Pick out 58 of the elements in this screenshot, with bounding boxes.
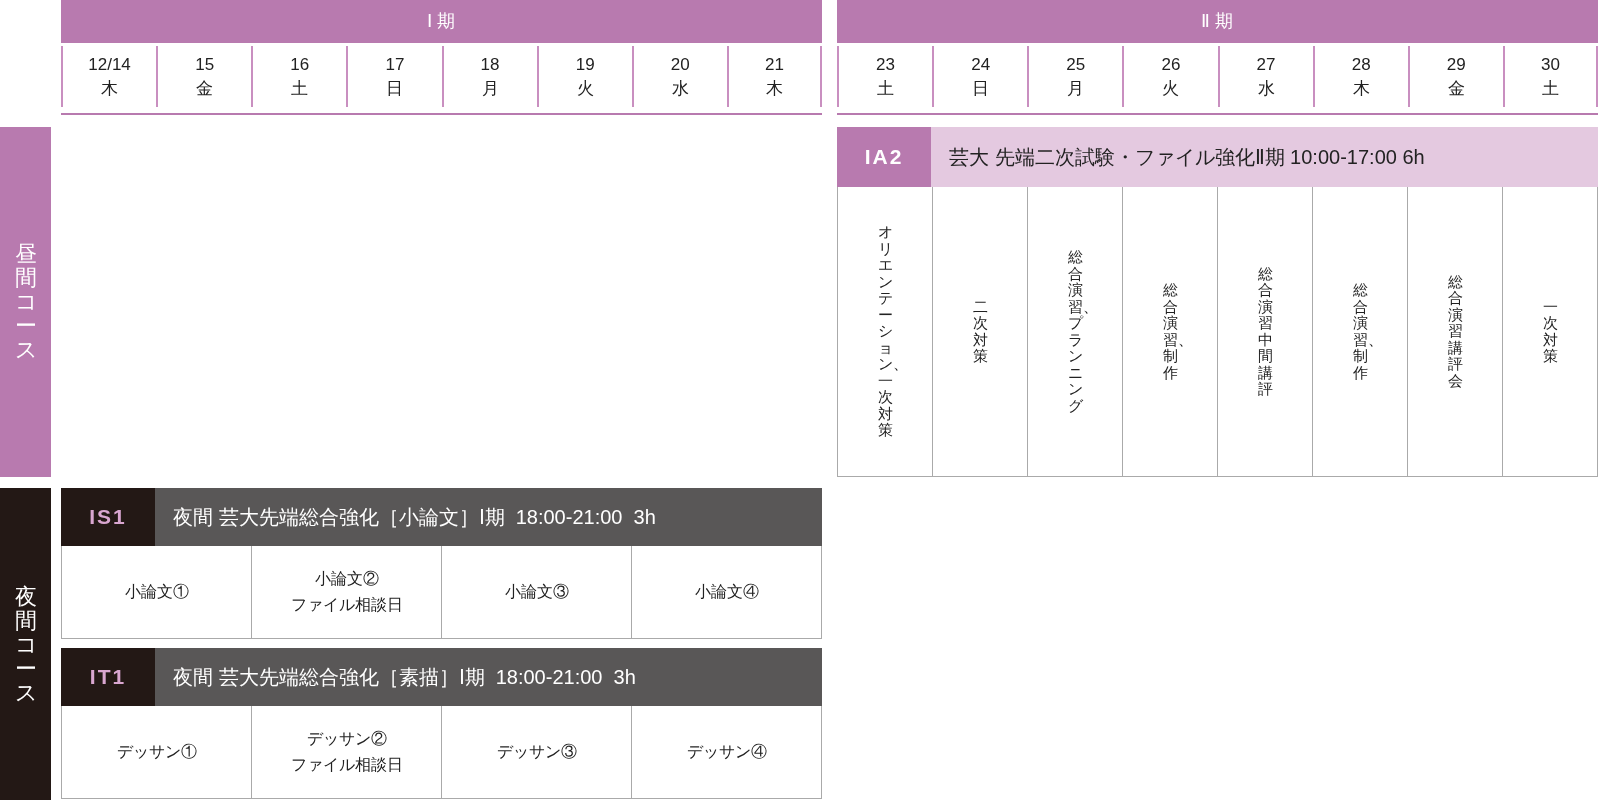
session-cell: 小論文④	[632, 546, 822, 638]
date-label: 18	[480, 53, 500, 76]
weekday-label: 日	[386, 77, 404, 100]
section-label-text: 昼間コース	[14, 241, 37, 363]
weekday-label: 土	[291, 77, 309, 100]
session-cell: デッサン①	[62, 706, 252, 798]
weekday-label: 木	[765, 77, 783, 100]
session-cell: 総合演習講評会	[1408, 187, 1503, 476]
weekday-label: 土	[1541, 77, 1559, 100]
date-label: 21	[764, 53, 784, 76]
weekday-label: 火	[1162, 77, 1180, 100]
date-label: 26	[1161, 53, 1181, 76]
session-cell: オリエンテーション、一次対策	[838, 187, 933, 476]
weekday-label: 金	[1447, 77, 1465, 100]
weekday-label: 月	[1067, 77, 1085, 100]
course-code: IT1	[61, 648, 155, 706]
period-header: Ⅰ 期	[61, 0, 822, 43]
date-label: 16	[290, 53, 310, 76]
weekday-label: 日	[972, 77, 990, 100]
date-label: 24	[971, 53, 991, 76]
date-label: 30	[1540, 53, 1560, 76]
session-cell: デッサン② ファイル相談日	[252, 706, 442, 798]
weekday-label: 月	[481, 77, 499, 100]
section-label-text: 夜間コース	[14, 584, 37, 706]
course-title: 夜間 芸大先端総合強化［素描］Ⅰ期 18:00-21:00 3h	[155, 648, 822, 706]
session-cell: 二次対策	[933, 187, 1028, 476]
period-header: Ⅱ 期	[837, 0, 1598, 43]
weekday-label: 金	[196, 77, 214, 100]
date-label: 25	[1066, 53, 1086, 76]
date-label: 23	[876, 53, 895, 76]
date-label: 12/14	[88, 53, 131, 76]
session-cell: デッサン③	[442, 706, 632, 798]
date-label: 27	[1256, 53, 1276, 76]
session-cell: 小論文③	[442, 546, 632, 638]
session-cell: デッサン④	[632, 706, 822, 798]
date-label: 29	[1446, 53, 1466, 76]
weekday-label: 土	[877, 77, 895, 100]
weekday-label: 水	[1257, 77, 1275, 100]
session-cell: 総合演習、制作	[1123, 187, 1218, 476]
session-cell: 一次対策	[1503, 187, 1598, 476]
session-cell: 小論文② ファイル相談日	[252, 546, 442, 638]
session-cell: 小論文①	[62, 546, 252, 638]
weekday-label: 木	[101, 77, 119, 100]
weekday-label: 火	[576, 77, 594, 100]
course-code: IS1	[61, 488, 155, 546]
weekday-label: 水	[671, 77, 689, 100]
session-cell: 総合演習中間講評	[1218, 187, 1313, 476]
course-code: IA2	[837, 127, 931, 187]
date-label: 20	[670, 53, 690, 76]
weekday-label: 木	[1352, 77, 1370, 100]
date-label: 19	[575, 53, 595, 76]
date-label: 17	[385, 53, 405, 76]
session-cell: 総合演習、制作	[1313, 187, 1408, 476]
course-title: 芸大 先端二次試験・ファイル強化Ⅱ期 10:00-17:00 6h	[931, 127, 1598, 187]
date-label: 28	[1351, 53, 1371, 76]
date-label: 15	[195, 53, 215, 76]
session-cell: 総合演習、プランニング	[1028, 187, 1123, 476]
course-title: 夜間 芸大先端総合強化［小論文］Ⅰ期 18:00-21:00 3h	[155, 488, 822, 546]
